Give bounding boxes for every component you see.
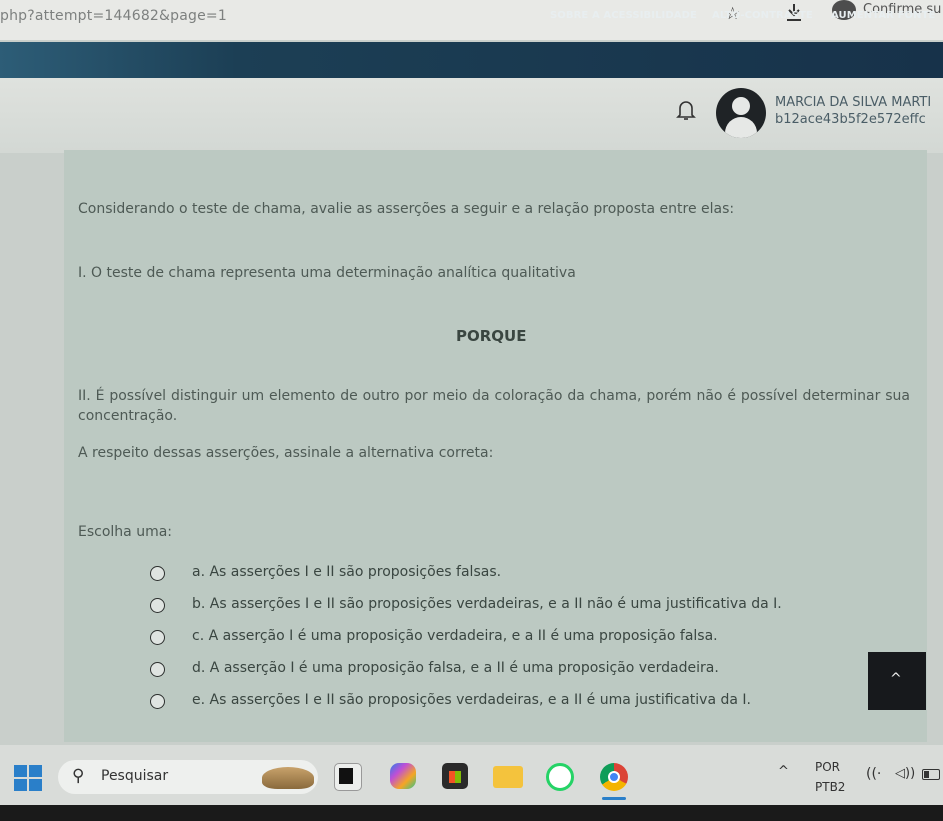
screen-bezel	[0, 805, 943, 821]
high-contrast-link[interactable]: ALTO-CONTRASTE	[712, 10, 813, 21]
windows-icon[interactable]	[14, 765, 42, 791]
address-bar[interactable]: php?attempt=144682&page=1	[0, 8, 227, 24]
store-icon[interactable]	[442, 763, 468, 789]
radio-button[interactable]	[150, 630, 165, 645]
question-intro: Considerando o teste de chama, avalie as…	[78, 201, 735, 217]
option-label[interactable]: d. A asserção I é uma proposição falsa, …	[192, 660, 719, 676]
input-language[interactable]: POR	[815, 760, 840, 774]
choose-label: Escolha uma:	[78, 524, 173, 540]
terminal-icon[interactable]	[334, 763, 362, 791]
option-label[interactable]: a. As asserções I e II são proposições f…	[192, 564, 501, 580]
search-icon: ⚲	[72, 766, 85, 786]
option-label[interactable]: e. As asserções I e II são proposições v…	[192, 692, 751, 708]
file-explorer-icon[interactable]	[493, 766, 523, 788]
scroll-to-top-button[interactable]: ^	[868, 652, 926, 710]
volume-icon[interactable]: ◁))	[895, 766, 915, 781]
widget-icon[interactable]	[262, 767, 314, 789]
radio-button[interactable]	[150, 598, 165, 613]
battery-icon[interactable]	[922, 769, 940, 780]
connector-label: PORQUE	[456, 327, 527, 345]
question-prompt: A respeito dessas asserções, assinale a …	[78, 445, 494, 461]
notification-bell-icon[interactable]	[676, 98, 696, 122]
user-avatar-icon[interactable]	[716, 88, 766, 138]
user-id: b12ace43b5f2e572effc	[775, 112, 926, 127]
user-name[interactable]: MARCIA DA SILVA MARTI	[775, 95, 931, 110]
copilot-icon[interactable]	[390, 763, 416, 789]
assertion-one: I. O teste de chama representa uma deter…	[78, 265, 576, 281]
keyboard-layout[interactable]: PTB2	[815, 780, 845, 794]
taskbar-search-label[interactable]: Pesquisar	[101, 768, 168, 784]
assertion-two: II. É possível distinguir um elemento de…	[78, 388, 910, 424]
option-label[interactable]: b. As asserções I e II são proposições v…	[192, 596, 782, 612]
increase-font-link[interactable]: AUMENTAR FONTE	[831, 10, 935, 21]
accessibility-bar	[0, 42, 943, 78]
chevron-up-icon: ^	[890, 671, 902, 687]
radio-button[interactable]	[150, 694, 165, 709]
tray-chevron-up-icon[interactable]: ^	[778, 764, 789, 779]
radio-button[interactable]	[150, 662, 165, 677]
wifi-icon[interactable]: ((·	[866, 766, 881, 782]
about-accessibility-link[interactable]: SOBRE A ACESSIBILIDADE	[550, 10, 697, 21]
option-label[interactable]: c. A asserção I é uma proposição verdade…	[192, 628, 718, 644]
whatsapp-icon[interactable]	[546, 763, 574, 791]
chrome-icon[interactable]	[600, 763, 628, 791]
radio-button[interactable]	[150, 566, 165, 581]
active-app-indicator	[602, 797, 626, 800]
